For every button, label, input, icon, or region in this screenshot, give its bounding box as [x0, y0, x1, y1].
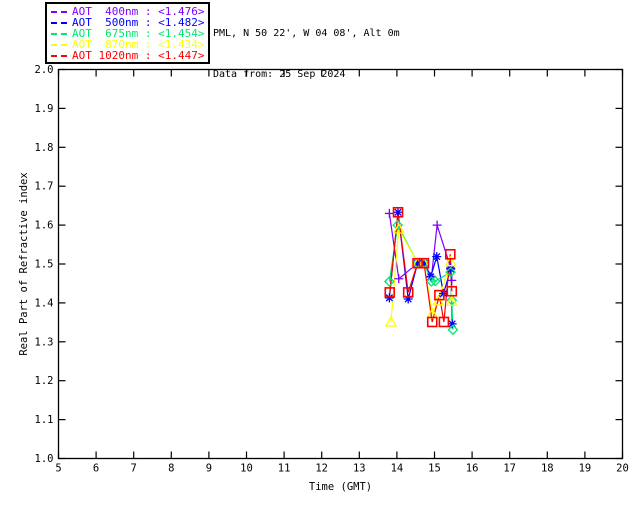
legend-line-sample — [51, 11, 67, 13]
plus-marker — [385, 209, 394, 218]
x-tick-label: 18 — [541, 463, 554, 475]
legend-line-sample — [51, 44, 67, 46]
asterisk-marker — [404, 295, 413, 304]
x-tick-label: 9 — [206, 463, 212, 475]
x-tick-label: 6 — [93, 463, 99, 475]
y-tick-label: 1.0 — [35, 453, 54, 465]
x-tick-label: 14 — [391, 463, 404, 475]
y-tick-label: 1.6 — [35, 220, 54, 232]
legend-label: AOT 1020nm : <1.447> — [72, 50, 204, 61]
legend-entry: AOT 1020nm : <1.447> — [51, 50, 204, 61]
plot-window: AOT 400nm : <1.476>AOT 500nm : <1.482>AO… — [0, 0, 640, 512]
y-tick-label: 1.2 — [35, 375, 54, 387]
x-tick-label: 5 — [55, 463, 61, 475]
asterisk-marker — [385, 293, 394, 302]
legend-line-sample — [51, 33, 67, 35]
x-tick-label: 15 — [428, 463, 441, 475]
legend-line-sample — [51, 22, 67, 24]
y-tick-label: 1.3 — [35, 336, 54, 348]
x-tick-label: 17 — [503, 463, 516, 475]
data-date: Data from: 25 Sep 2024 — [213, 69, 400, 80]
asterisk-marker — [394, 208, 403, 217]
plot-frame — [59, 70, 623, 459]
x-tick-label: 10 — [240, 463, 253, 475]
x-tick-label: 12 — [315, 463, 328, 475]
x-axis-title: Time (GMT) — [309, 481, 372, 493]
x-tick-label: 13 — [353, 463, 366, 475]
x-tick-label: 20 — [616, 463, 629, 475]
y-tick-label: 1.1 — [35, 414, 54, 426]
x-tick-label: 19 — [579, 463, 592, 475]
y-axis-title: Real Part of Refractive index — [18, 172, 30, 355]
y-tick-label: 1.7 — [35, 181, 54, 193]
station-info: PML, N 50 22', W 04 08', Alt 0m — [213, 28, 400, 39]
x-tick-label: 11 — [278, 463, 291, 475]
x-tick-label: 7 — [131, 463, 137, 475]
legend-line-sample — [51, 55, 67, 57]
y-tick-label: 1.8 — [35, 142, 54, 154]
x-tick-label: 8 — [168, 463, 174, 475]
plot-header: PML, N 50 22', W 04 08', Alt 0m Data fro… — [213, 6, 400, 110]
y-tick-label: 1.9 — [35, 103, 54, 115]
plus-marker — [433, 221, 442, 230]
y-tick-label: 2.0 — [35, 64, 54, 76]
x-tick-label: 16 — [466, 463, 479, 475]
y-tick-label: 1.5 — [35, 259, 54, 271]
asterisk-marker — [432, 252, 441, 261]
legend-box: AOT 400nm : <1.476>AOT 500nm : <1.482>AO… — [45, 2, 210, 64]
y-tick-label: 1.4 — [35, 297, 54, 309]
